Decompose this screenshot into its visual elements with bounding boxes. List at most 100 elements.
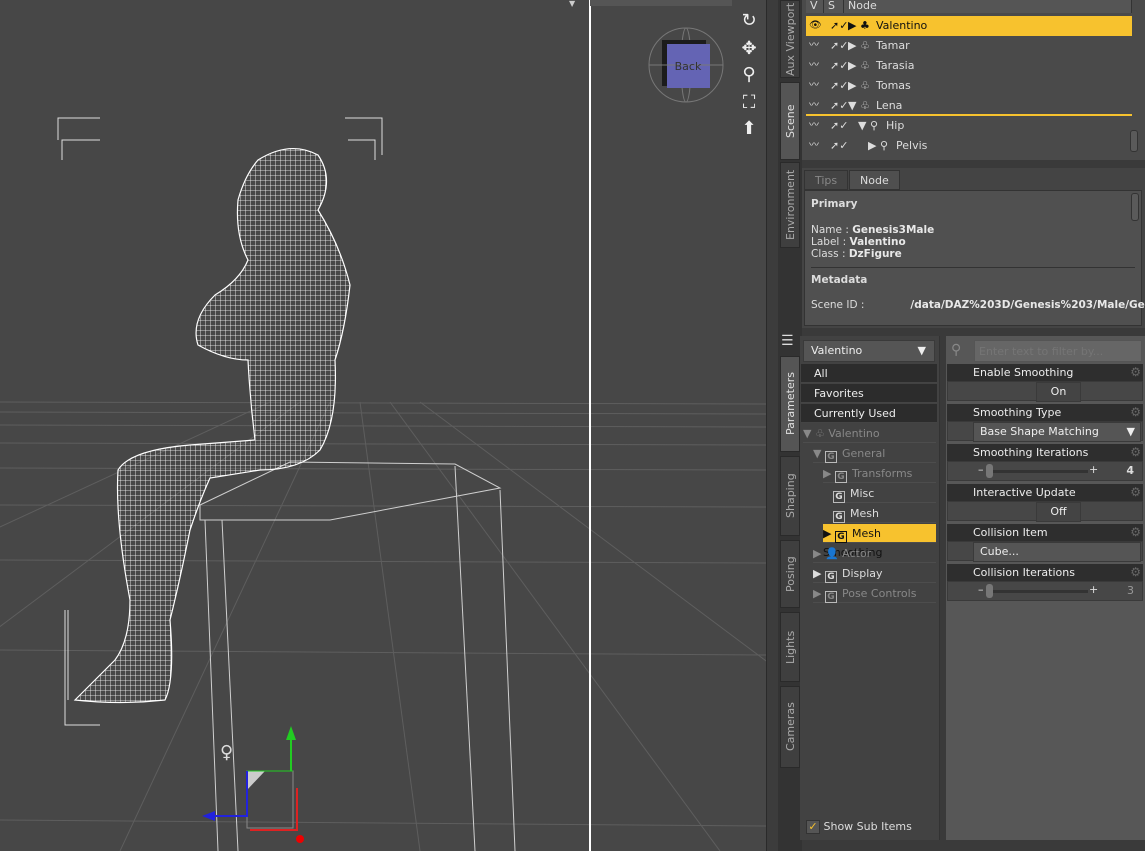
prop-smoothing-iterations: Smoothing Iterations ⚙ – +4 bbox=[947, 444, 1143, 482]
group-currently-used[interactable]: Currently Used bbox=[801, 404, 937, 423]
bone-icon[interactable]: ▶ ⚲ bbox=[868, 136, 888, 156]
tab-shaping[interactable]: Shaping bbox=[780, 456, 800, 536]
reset-camera-icon[interactable]: ⬆ bbox=[737, 118, 761, 140]
scene-row-lena[interactable]: 〰 ➚✓ ▼ ♧ Lena bbox=[806, 96, 1132, 116]
tab-node[interactable]: Node bbox=[849, 170, 900, 190]
show-sub-items-checkbox[interactable]: ✓ Show Sub Items bbox=[806, 820, 912, 834]
interactive-update-toggle[interactable]: Off bbox=[1036, 502, 1081, 522]
collapse-icon[interactable]: ▼ ♧ bbox=[848, 96, 870, 116]
tree-actor[interactable]: ▶ 👤 Actor bbox=[813, 544, 936, 563]
slider-handle[interactable] bbox=[986, 584, 993, 598]
chevron-down-icon: ▼ bbox=[1126, 425, 1135, 438]
slider-handle[interactable] bbox=[986, 464, 993, 478]
selectable-icon[interactable]: ➚✓ bbox=[830, 76, 848, 96]
chevron-down-icon: ▼ bbox=[917, 344, 926, 357]
viewport-scrollbar[interactable] bbox=[766, 0, 778, 851]
tree-misc[interactable]: G Misc bbox=[833, 484, 936, 503]
gear-icon[interactable]: ⚙ bbox=[1130, 404, 1141, 421]
tree-valentino[interactable]: ▼ ♧ Valentino bbox=[803, 424, 936, 443]
scene-row-hip[interactable]: 〰 ➚✓ ▼ ⚲ Hip bbox=[806, 116, 1132, 136]
tab-tips[interactable]: Tips bbox=[804, 170, 849, 190]
enable-smoothing-toggle[interactable]: On bbox=[1036, 382, 1081, 402]
eye-closed-icon[interactable]: 〰 bbox=[809, 116, 829, 136]
parameters-tree: Valentino ▼ All Favorites Currently Used … bbox=[800, 336, 940, 840]
tree-pose-controls[interactable]: ▶ G Pose Controls bbox=[813, 584, 936, 603]
tab-posing[interactable]: Posing bbox=[780, 540, 800, 608]
tree-general[interactable]: ▼ G General bbox=[813, 444, 936, 463]
node-scrollbar[interactable] bbox=[1131, 193, 1139, 221]
node-label: Valentino bbox=[849, 236, 906, 248]
eye-closed-icon[interactable]: 〰 bbox=[809, 56, 829, 76]
pan-icon[interactable]: ✥ bbox=[737, 38, 761, 60]
selectable-icon[interactable]: ➚✓ bbox=[830, 56, 848, 76]
selectable-icon[interactable]: ➚✓ bbox=[830, 96, 848, 116]
column-selectable[interactable]: S bbox=[824, 0, 844, 13]
gear-icon[interactable]: ⚙ bbox=[1130, 484, 1141, 501]
scene-render: ♀ Back ▼ bbox=[0, 0, 766, 851]
column-node[interactable]: Node bbox=[844, 0, 1132, 13]
selectable-icon[interactable]: ➚✓ bbox=[830, 116, 848, 136]
panel-menu-icon[interactable]: ☰ bbox=[781, 333, 794, 349]
eye-closed-icon[interactable]: 〰 bbox=[809, 96, 829, 116]
tab-parameters[interactable]: Parameters bbox=[780, 356, 800, 452]
node-info-panel: Tips Node Primary Name : Genesis3Male La… bbox=[802, 168, 1145, 328]
scene-id: /data/DAZ%203D/Genesis%203/Male/Gen bbox=[910, 299, 1145, 311]
filter-input[interactable] bbox=[974, 340, 1142, 362]
group-favorites[interactable]: Favorites bbox=[801, 384, 937, 403]
view-cube[interactable]: Back bbox=[648, 27, 724, 103]
expand-icon[interactable]: ▶ ♧ bbox=[848, 76, 870, 96]
collision-item-button[interactable]: Cube... bbox=[973, 542, 1141, 562]
selectable-icon[interactable]: ➚✓ bbox=[830, 136, 848, 156]
prop-collision-iterations: Collision Iterations ⚙ – +3 bbox=[947, 564, 1143, 602]
node-name: Genesis3Male bbox=[852, 224, 935, 236]
tree-mesh-resolution[interactable]: GMesh Resolution bbox=[833, 504, 936, 539]
scene-row-tarasia[interactable]: 〰 ➚✓ ▶ ♧ Tarasia bbox=[806, 56, 1132, 76]
tab-cameras[interactable]: Cameras bbox=[780, 686, 800, 768]
tree-transforms[interactable]: ▶ G Transforms bbox=[823, 464, 936, 483]
metadata-heading: Metadata bbox=[811, 274, 868, 286]
expand-icon[interactable]: ▶ ♧ bbox=[848, 56, 870, 76]
gear-icon[interactable]: ⚙ bbox=[1130, 564, 1141, 581]
frame-icon[interactable]: ⛶ bbox=[737, 92, 761, 114]
gear-icon[interactable]: ⚙ bbox=[1130, 364, 1141, 381]
eye-icon[interactable]: 👁 bbox=[809, 16, 829, 36]
prop-smoothing-type: Smoothing Type ⚙ Base Shape Matching ▼ bbox=[947, 404, 1143, 442]
column-visible[interactable]: V bbox=[806, 0, 824, 13]
gear-icon[interactable]: ⚙ bbox=[1130, 444, 1141, 461]
eye-closed-icon[interactable]: 〰 bbox=[809, 136, 829, 156]
gear-icon[interactable]: ⚙ bbox=[1130, 524, 1141, 541]
tab-aux-viewport[interactable]: Aux Viewport bbox=[780, 0, 800, 78]
smoothing-iterations-slider[interactable]: – +4 bbox=[947, 461, 1143, 481]
tree-display[interactable]: ▶ G Display bbox=[813, 564, 936, 583]
svg-text:♀: ♀ bbox=[220, 742, 233, 763]
eye-closed-icon[interactable]: 〰 bbox=[809, 76, 829, 96]
smoothing-type-dropdown[interactable]: Base Shape Matching ▼ bbox=[973, 422, 1141, 442]
scene-row-pelvis[interactable]: 〰 ➚✓ ▶ ⚲ Pelvis bbox=[806, 136, 1132, 156]
3d-viewport[interactable]: ♀ Back ▼ ↻ ✥ ⚲ ⛶ ⬆ bbox=[0, 0, 766, 851]
tab-environment[interactable]: Environment bbox=[780, 162, 800, 248]
scene-scrollbar[interactable] bbox=[1130, 130, 1138, 152]
tree-mesh-smoothing[interactable]: ▶ G Mesh Smoothing bbox=[823, 524, 936, 559]
search-icon[interactable]: ⚲ bbox=[951, 342, 961, 358]
tab-lights[interactable]: Lights bbox=[780, 612, 800, 682]
expand-icon[interactable]: ▶ ♣ bbox=[848, 16, 870, 36]
checkmark-icon: ✓ bbox=[806, 820, 820, 834]
scene-row-tomas[interactable]: 〰 ➚✓ ▶ ♧ Tomas bbox=[806, 76, 1132, 96]
eye-closed-icon[interactable]: 〰 bbox=[809, 36, 829, 56]
vertical-tab-bar: Aux Viewport Scene Environment Parameter… bbox=[778, 0, 802, 851]
scene-row-valentino[interactable]: 👁 ➚✓ ▶ ♣ Valentino bbox=[806, 16, 1132, 36]
selectable-icon[interactable]: ➚✓ bbox=[830, 36, 848, 56]
figure-icon[interactable]: ♀ bbox=[220, 742, 233, 763]
tab-scene[interactable]: Scene bbox=[780, 82, 800, 160]
scene-row-tamar[interactable]: 〰 ➚✓ ▶ ♧ Tamar bbox=[806, 36, 1132, 56]
selectable-icon[interactable]: ➚✓ bbox=[830, 16, 848, 36]
zoom-icon[interactable]: ⚲ bbox=[737, 64, 761, 86]
bone-icon[interactable]: ▼ ⚲ bbox=[858, 116, 878, 136]
node-select-dropdown[interactable]: Valentino ▼ bbox=[803, 340, 935, 362]
collision-iterations-slider[interactable]: – +3 bbox=[947, 581, 1143, 601]
prop-interactive-update: Interactive Update ⚙ Off bbox=[947, 484, 1143, 522]
primary-heading: Primary bbox=[811, 198, 858, 210]
orbit-icon[interactable]: ↻ bbox=[737, 10, 761, 32]
group-all[interactable]: All bbox=[801, 364, 937, 383]
expand-icon[interactable]: ▶ ♧ bbox=[848, 36, 870, 56]
